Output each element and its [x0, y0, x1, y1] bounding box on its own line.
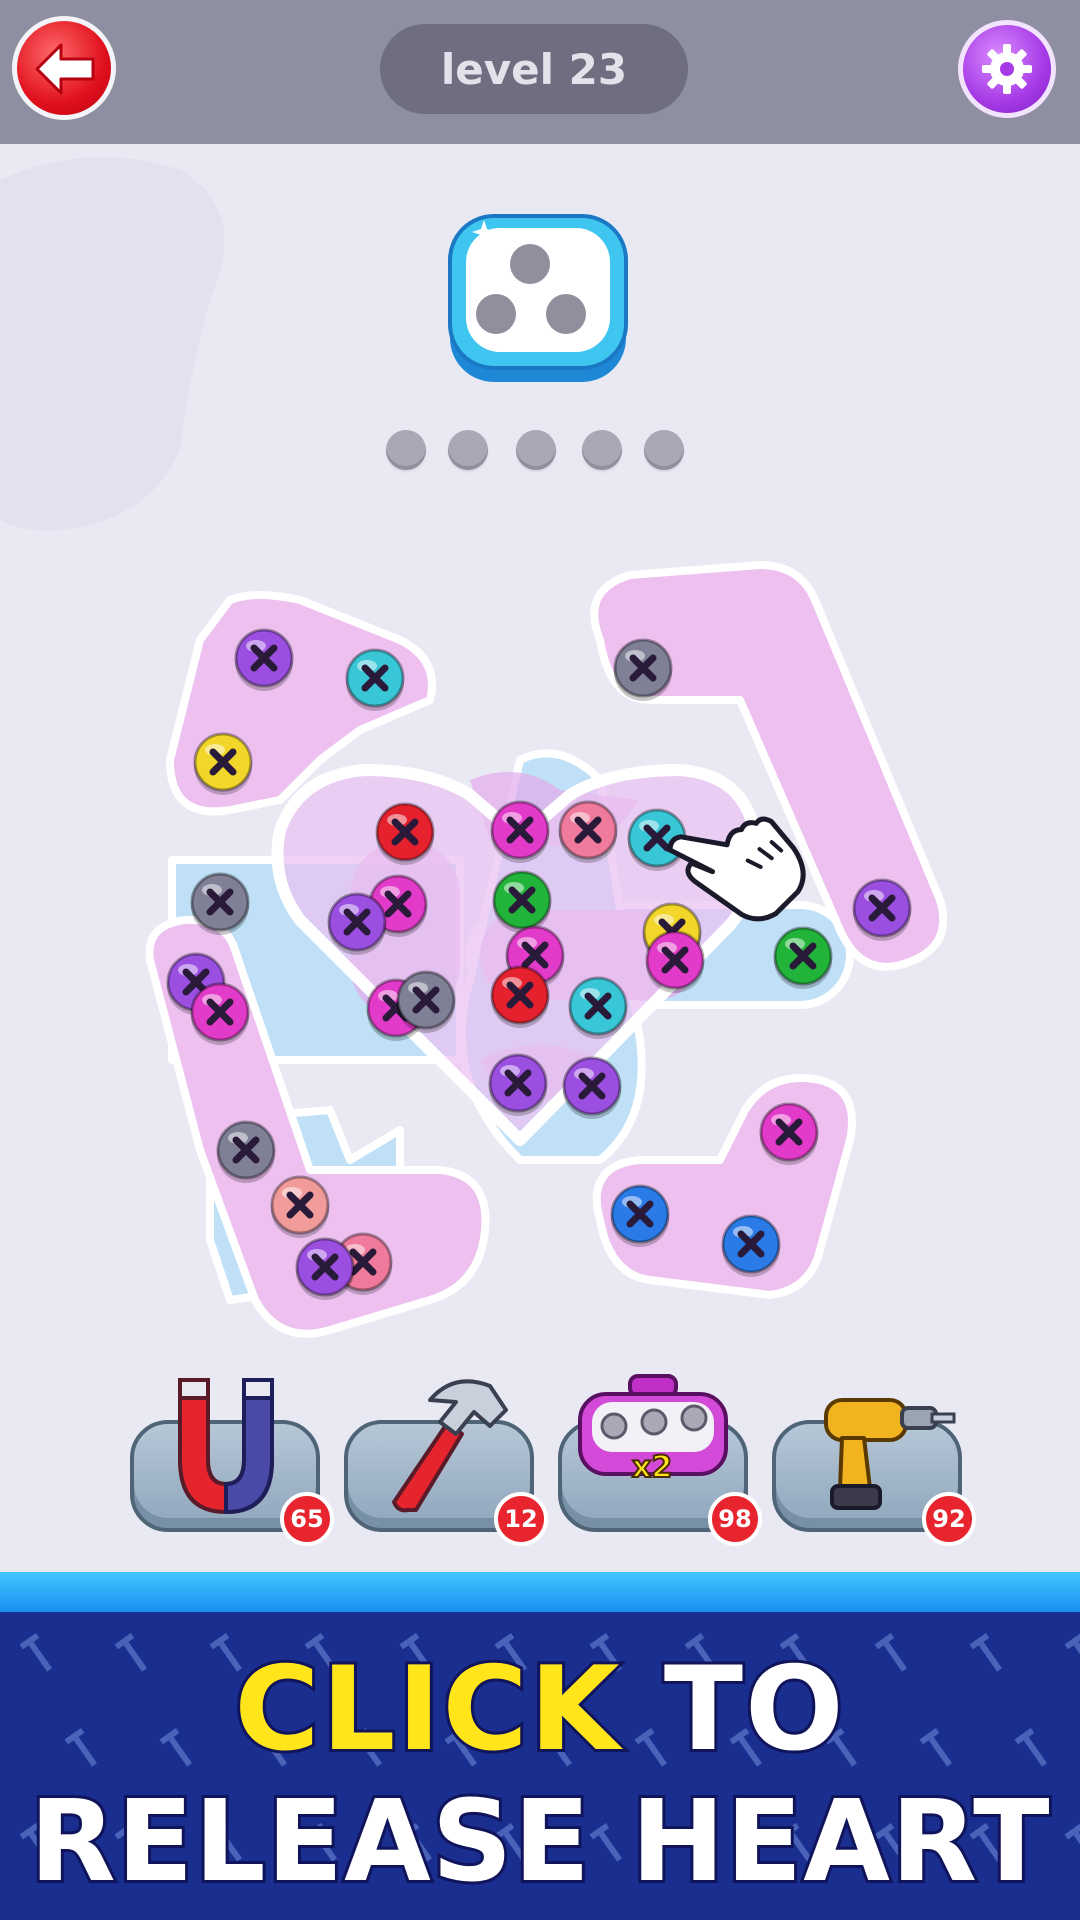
- screw-purple[interactable]: [327, 892, 387, 955]
- banner-stripe: [0, 1572, 1080, 1612]
- puzzle-board: [145, 561, 948, 1338]
- banner-headline-line2: RELEASE HEART: [27, 1774, 1053, 1910]
- screw-pink[interactable]: [558, 800, 618, 863]
- hammer-count-badge: 12: [494, 1492, 548, 1546]
- extra-box-tool-button[interactable]: x2 98: [558, 1374, 762, 1546]
- magnet-tool-button[interactable]: 65: [130, 1378, 334, 1546]
- magnet-count-badge: 65: [280, 1492, 334, 1546]
- screw-blue[interactable]: [610, 1184, 670, 1247]
- screw-grey[interactable]: [216, 1120, 276, 1183]
- screw-purple[interactable]: [488, 1053, 548, 1116]
- screw-blue[interactable]: [721, 1214, 781, 1277]
- screw-purple[interactable]: [562, 1056, 622, 1119]
- screw-green[interactable]: [773, 926, 833, 989]
- screw-magenta[interactable]: [490, 800, 550, 863]
- banner-click-word: CLICK: [231, 1639, 622, 1780]
- banner-headline-line1: CLICK TO: [0, 1639, 1080, 1780]
- screw-grey[interactable]: [613, 638, 673, 701]
- screw-green[interactable]: [492, 870, 552, 933]
- screw-red[interactable]: [375, 802, 435, 865]
- screw-magenta[interactable]: [645, 930, 705, 993]
- screw-cyan[interactable]: [345, 648, 405, 711]
- screw-purple[interactable]: [852, 878, 912, 941]
- screw-magenta[interactable]: [190, 982, 250, 1045]
- drill-count-badge: 92: [922, 1492, 976, 1546]
- extra-box-count-badge: 98: [708, 1492, 762, 1546]
- screw-grey[interactable]: [396, 970, 456, 1033]
- screw-grey[interactable]: [190, 872, 250, 935]
- screw-magenta[interactable]: [759, 1102, 819, 1165]
- extra-box-multiplier: x2: [631, 1449, 673, 1486]
- promo-banner: CLICK TO RELEASE HEART: [0, 1612, 1080, 1920]
- banner-to-word: TO: [621, 1639, 847, 1780]
- screw-red[interactable]: [490, 965, 550, 1028]
- hammer-tool-button[interactable]: 12: [344, 1379, 548, 1546]
- drill-tool-button[interactable]: 92: [772, 1390, 976, 1546]
- screw-salmon[interactable]: [270, 1175, 330, 1238]
- screw-purple[interactable]: [295, 1237, 355, 1300]
- screw-yellow[interactable]: [193, 732, 253, 795]
- screw-purple[interactable]: [234, 628, 294, 691]
- screw-cyan[interactable]: [568, 976, 628, 1039]
